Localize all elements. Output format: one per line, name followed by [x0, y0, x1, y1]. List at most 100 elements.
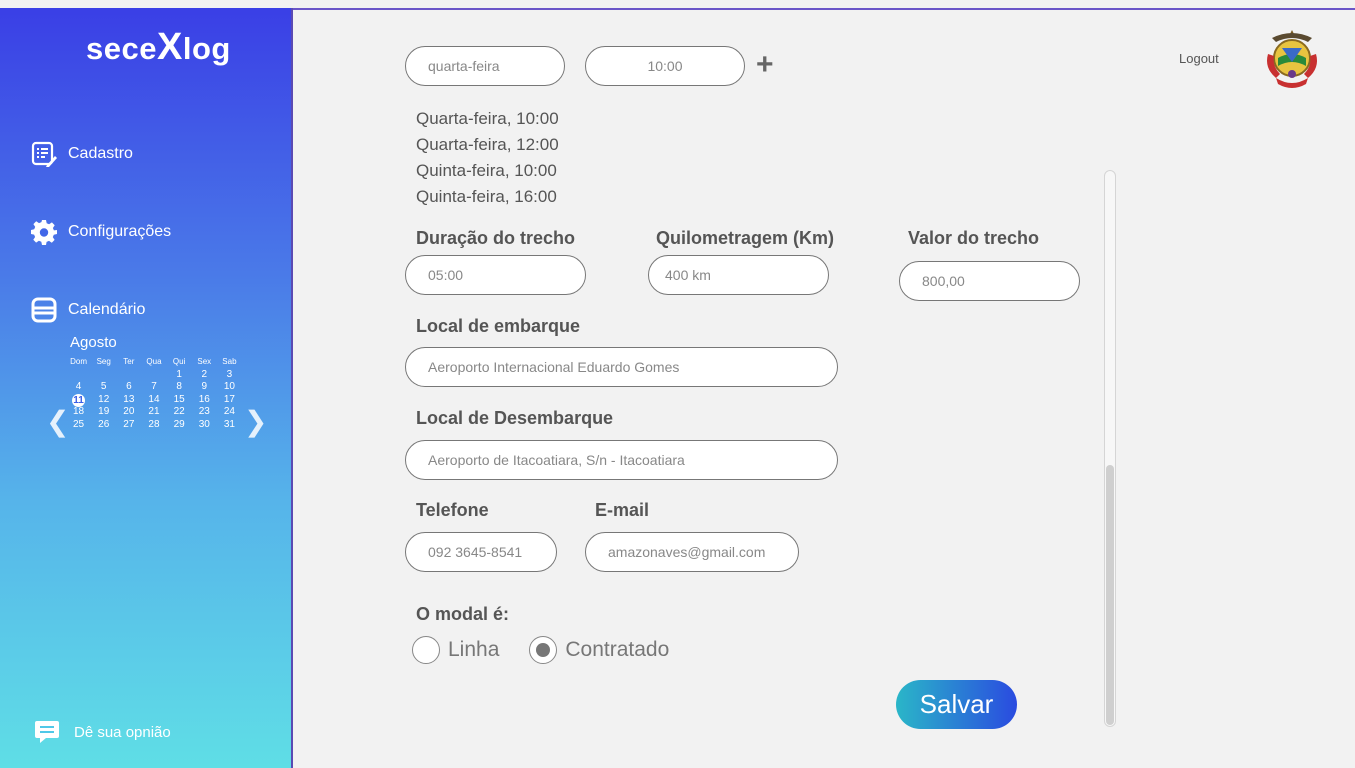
calendar-day[interactable]: 15 — [167, 394, 192, 407]
desembarque-value: Aeroporto de Itacoatiara, S/n - Itacoati… — [428, 452, 685, 468]
weekday-label: Sab — [222, 357, 237, 366]
sidebar-item-calendario[interactable]: Calendário — [30, 296, 145, 324]
calendar-day[interactable]: 16 — [192, 394, 217, 407]
sidebar-item-cadastro[interactable]: Cadastro — [30, 140, 133, 168]
modal-label: O modal é: — [416, 604, 510, 624]
calendar-day[interactable]: 11 — [72, 393, 86, 407]
calendar-day[interactable]: 4 — [66, 381, 91, 394]
valor-value: 800,00 — [922, 273, 965, 289]
embarque-field[interactable]: Aeroporto Internacional Eduardo Gomes — [405, 347, 838, 387]
calendar-day[interactable]: 30 — [192, 419, 217, 432]
calendar-day[interactable]: 29 — [167, 419, 192, 432]
feedback-label: Dê sua opnião — [74, 723, 171, 741]
calendar-day[interactable]: 27 — [116, 419, 141, 432]
calendar-day[interactable]: 22 — [167, 406, 192, 419]
duracao-field[interactable]: 05:00 — [405, 255, 586, 295]
radio-contratado-label: Contratado — [565, 638, 670, 661]
weekday-label: Qui — [172, 357, 186, 366]
calendar-day[interactable]: 6 — [116, 381, 141, 394]
calendar-day[interactable]: 12 — [91, 394, 116, 407]
calendar-day[interactable]: 2 — [192, 369, 217, 382]
email-field[interactable]: amazonaves@gmail.com — [585, 532, 799, 572]
telefone-field[interactable]: 092 3645-8541 — [405, 532, 557, 572]
sidebar-item-label: Configurações — [68, 223, 172, 240]
quilometragem-label: Quilometragem (Km) — [656, 228, 835, 248]
calendar-day[interactable]: 5 — [91, 381, 116, 394]
weekday-label: Sex — [197, 357, 212, 366]
time-input[interactable]: 10:00 — [585, 46, 745, 86]
email-label: E-mail — [595, 500, 650, 520]
calendar-day[interactable]: 9 — [192, 381, 217, 394]
calendar-day[interactable]: 24 — [217, 406, 242, 419]
duracao-value: 05:00 — [428, 267, 464, 283]
calendar-day — [141, 369, 166, 382]
logo-suffix: log — [182, 31, 231, 66]
day-select[interactable]: quarta-feira — [405, 46, 565, 86]
clipboard-list-icon — [31, 141, 57, 167]
state-emblem-icon — [1267, 30, 1317, 88]
calendar-week-row: 123 — [66, 369, 242, 382]
calendar-week-row: 18 19 20 21 22 23 24 — [66, 406, 242, 419]
sidebar-item-label: Cadastro — [68, 145, 133, 162]
logo-x: X — [156, 26, 183, 68]
calendar-day[interactable]: 14 — [141, 394, 166, 407]
telefone-value: 092 3645-8541 — [428, 544, 523, 560]
calendar-day[interactable]: 7 — [141, 381, 166, 394]
email-value: amazonaves@gmail.com — [608, 544, 766, 560]
calendar-day[interactable]: 21 — [141, 406, 166, 419]
calendar-day[interactable]: 1 — [167, 369, 192, 382]
calendar-day[interactable]: 25 — [66, 419, 91, 432]
calendar-next-button[interactable]: ❯ — [244, 408, 267, 436]
calendar-day[interactable]: 18 — [66, 406, 91, 419]
calendar-week-row: 25 26 27 28 29 30 31 — [66, 419, 242, 432]
calendar-day[interactable]: 26 — [91, 419, 116, 432]
calendar-day[interactable]: 13 — [116, 394, 141, 407]
desembarque-field[interactable]: Aeroporto de Itacoatiara, S/n - Itacoati… — [405, 440, 838, 480]
calendar-day[interactable]: 31 — [217, 419, 242, 432]
radio-contratado[interactable] — [529, 636, 558, 664]
telefone-label: Telefone — [416, 500, 489, 520]
calendar-day[interactable]: 23 — [192, 406, 217, 419]
calendar-day[interactable]: 10 — [217, 381, 242, 394]
day-select-value: quarta-feira — [428, 58, 500, 74]
calendar-day[interactable]: 17 — [217, 394, 242, 407]
radio-linha[interactable] — [412, 636, 440, 664]
calendar-day[interactable]: 28 — [141, 419, 166, 432]
calendar-day — [91, 369, 116, 382]
add-schedule-plus-icon[interactable]: + — [756, 50, 774, 80]
modal-radio-group: Linha Contratado — [412, 636, 669, 664]
scrollbar[interactable] — [1104, 170, 1116, 727]
quilometragem-field[interactable]: 400 km — [648, 255, 829, 295]
weekday-label: Ter — [123, 357, 135, 366]
calendar-day[interactable]: 8 — [167, 381, 192, 394]
valor-field[interactable]: 800,00 — [899, 261, 1080, 301]
schedule-entry: Quarta-feira, 10:00 — [416, 109, 559, 128]
calendar-day — [66, 369, 91, 382]
schedule-entry: Quarta-feira, 12:00 — [416, 135, 559, 154]
calendar-day[interactable]: 19 — [91, 406, 116, 419]
schedule-entry: Quinta-feira, 10:00 — [416, 161, 557, 180]
weekday-label: Qua — [146, 357, 162, 366]
logo-prefix: sece — [86, 31, 157, 66]
calendar-week-row: 4 5 6 7 8 9 10 — [66, 381, 242, 394]
sidebar-item-configuracoes[interactable]: Configurações — [30, 218, 171, 246]
time-input-value: 10:00 — [647, 58, 683, 74]
top-divider — [293, 8, 1355, 10]
sidebar: seceXlog Cadastro Configurações Calendár… — [0, 8, 293, 768]
calendar-day[interactable]: 3 — [217, 369, 242, 382]
save-button[interactable]: Salvar — [896, 680, 1017, 729]
scrollbar-thumb[interactable] — [1106, 465, 1114, 725]
app-logo[interactable]: seceXlog — [86, 26, 231, 69]
weekday-label: Dom — [70, 357, 88, 366]
embarque-label: Local de embarque — [416, 316, 581, 336]
radio-linha-label: Linha — [448, 638, 500, 661]
sidebar-item-label: Calendário — [68, 301, 146, 318]
logout-link[interactable]: Logout — [1179, 51, 1219, 66]
calendar-day[interactable]: 20 — [116, 406, 141, 419]
weekday-label: Seg — [96, 357, 111, 366]
chat-bubble-icon — [35, 721, 59, 743]
duracao-label: Duração do trecho — [416, 228, 576, 248]
calendar-grid: Dom Seg Ter Qua Qui Sex Sab 1 2 3 4 5 6 7 8 9 10 1… — [66, 356, 242, 431]
feedback-link[interactable]: Dê sua opnião — [34, 720, 171, 744]
calendar-weekday-row: Dom Seg Ter Qua Qui Sex Sab — [66, 356, 242, 369]
